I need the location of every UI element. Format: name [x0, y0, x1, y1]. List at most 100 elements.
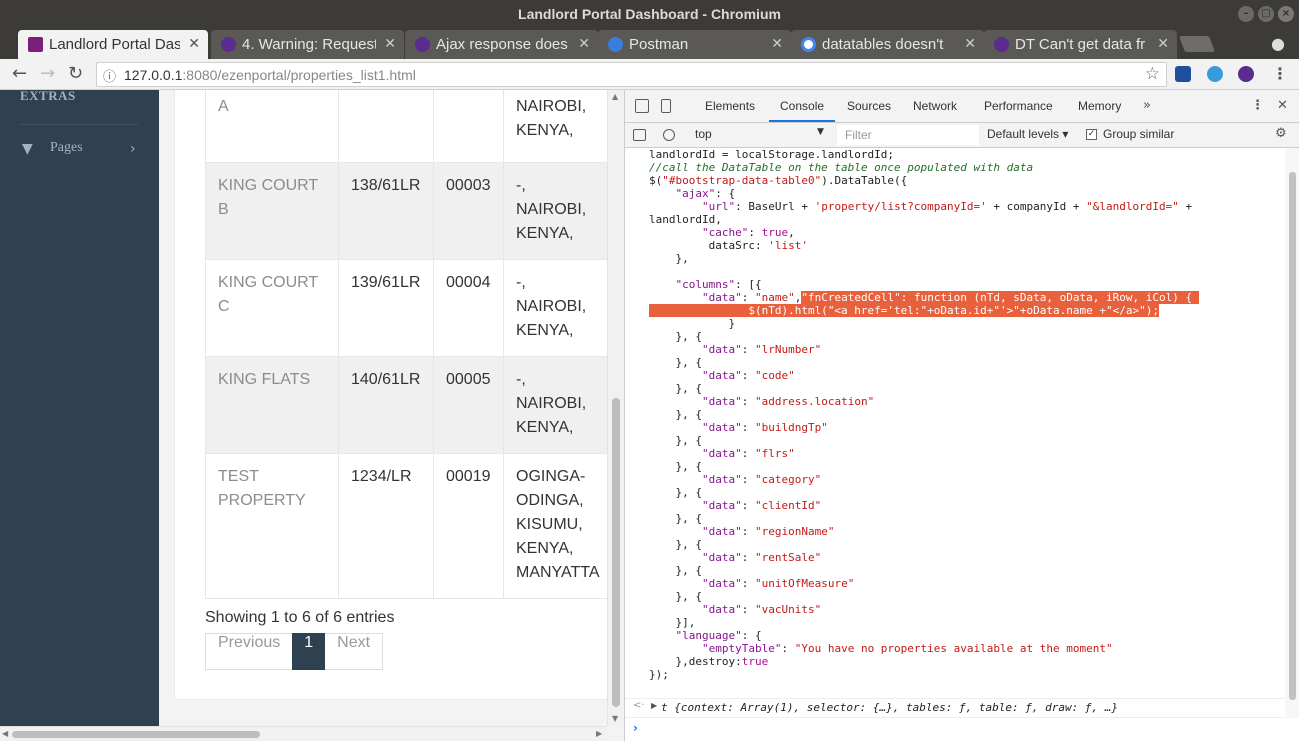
- console-input[interactable]: ›: [625, 717, 1285, 739]
- scroll-left-arrow-icon[interactable]: ◀: [2, 729, 8, 738]
- forward-arrow-icon[interactable]: →: [40, 63, 55, 84]
- profile-icon[interactable]: ●: [1271, 34, 1289, 53]
- tab-label: Landlord Portal Das: [49, 36, 180, 53]
- tab-sources[interactable]: Sources: [847, 99, 891, 113]
- scrollbar-thumb[interactable]: [612, 398, 620, 707]
- code-cell: 00004: [433, 259, 504, 357]
- property-name-cell: KING COURT C: [205, 259, 339, 357]
- context-selector[interactable]: top: [695, 127, 712, 141]
- close-tab-icon[interactable]: ✕: [384, 36, 396, 52]
- tab-console[interactable]: Console: [780, 99, 824, 113]
- table-row[interactable]: KING COURT C 139/61LR 00004 -, NAIROBI, KEN…: [205, 259, 613, 357]
- address-bar[interactable]: ⓘ 127.0.0.1:8080/ezenportal/properties_l…: [96, 62, 1167, 87]
- close-devtools-icon[interactable]: ✕: [1277, 98, 1288, 113]
- scroll-down-arrow-icon[interactable]: ▼: [612, 714, 618, 723]
- group-similar-label: Group similar: [1103, 127, 1175, 141]
- tab-ajax-response[interactable]: Ajax response does ✕: [405, 30, 598, 59]
- device-toolbar-icon[interactable]: [661, 99, 671, 113]
- previous-page-button[interactable]: Previous: [205, 633, 293, 670]
- info-icon[interactable]: ⓘ: [103, 66, 116, 85]
- console-settings-gear-icon[interactable]: ⚙: [1275, 126, 1287, 141]
- table-info: Showing 1 to 6 of 6 entries: [205, 609, 395, 626]
- tab-label: Postman: [629, 36, 689, 53]
- scroll-up-arrow-icon[interactable]: ▲: [612, 92, 618, 101]
- dropdown-arrow-icon: ▼: [817, 127, 824, 137]
- pagination: Previous 1 Next: [205, 633, 384, 670]
- next-page-button[interactable]: Next: [325, 633, 384, 670]
- bookmark-star-icon[interactable]: ☆: [1145, 64, 1160, 84]
- page-1-button[interactable]: 1: [292, 633, 326, 670]
- tab-warning-request[interactable]: 4. Warning: Request ✕: [211, 30, 404, 59]
- extension-globe-icon[interactable]: [1207, 66, 1223, 82]
- tab-landlord-portal[interactable]: Landlord Portal Das ✕: [18, 30, 208, 59]
- back-arrow-icon[interactable]: ←: [12, 63, 27, 84]
- close-tab-icon[interactable]: ✕: [578, 36, 590, 52]
- page-horizontal-scrollbar[interactable]: ◀ ▶: [0, 726, 607, 741]
- log-levels-dropdown[interactable]: Default levels ▾: [987, 127, 1068, 141]
- page-vertical-scrollbar[interactable]: ▲ ▼: [607, 90, 624, 726]
- page-viewport: EXTRAS ▼ Pages › A NAIROBI, KENYA, KING C…: [0, 90, 624, 741]
- globe-favicon-icon: [608, 37, 623, 52]
- sidebar-item-pages[interactable]: ▼ Pages ›: [0, 135, 159, 165]
- maximize-button[interactable]: □: [1258, 6, 1274, 22]
- devtools-panel: Elements Console Sources Network Perform…: [624, 90, 1299, 741]
- tab-network[interactable]: Network: [913, 99, 957, 113]
- result-arrow-icon: <·: [633, 700, 645, 711]
- console-result-row[interactable]: <· ▶ t {context: Array(1), selector: {…}…: [625, 698, 1285, 716]
- reload-icon[interactable]: ↻: [68, 63, 83, 84]
- landlord-favicon-icon: [28, 37, 43, 52]
- console-scrollbar[interactable]: [1285, 148, 1299, 718]
- table-row[interactable]: KING COURT B 138/61LR 00003 -, NAIROBI, KEN…: [205, 162, 613, 260]
- tab-performance[interactable]: Performance: [984, 99, 1053, 113]
- devtools-menu-icon[interactable]: ⋮: [1251, 98, 1264, 113]
- group-similar-checkbox[interactable]: ✓: [1086, 129, 1097, 140]
- more-tabs-icon[interactable]: »: [1143, 98, 1151, 113]
- chrome-menu-icon[interactable]: ⋮: [1272, 64, 1288, 83]
- active-tab-indicator: [769, 120, 835, 122]
- code-cell: 00005: [433, 356, 504, 454]
- tab-dt-cant-get-data[interactable]: DT Can't get data fr ✕: [984, 30, 1177, 59]
- log-levels-label: Default levels: [987, 127, 1060, 141]
- sidebar-toggle-icon[interactable]: [633, 129, 646, 141]
- sidebar: EXTRAS ▼ Pages ›: [0, 90, 159, 726]
- new-tab-button[interactable]: [1179, 36, 1215, 52]
- close-tab-icon[interactable]: ✕: [1157, 36, 1169, 52]
- tab-memory[interactable]: Memory: [1078, 99, 1121, 113]
- tab-datatables-google[interactable]: datatables doesn't ✕: [791, 30, 984, 59]
- table-row[interactable]: KING FLATS 140/61LR 00005 -, NAIROBI, KENY…: [205, 356, 613, 454]
- close-tab-icon[interactable]: ✕: [964, 36, 976, 52]
- filter-placeholder: Filter: [845, 128, 872, 142]
- property-name-cell: KING COURT B: [205, 162, 339, 260]
- close-tab-icon[interactable]: ✕: [771, 36, 783, 52]
- tab-elements[interactable]: Elements: [705, 99, 755, 113]
- lr-number-cell: 139/61LR: [338, 259, 434, 357]
- location-cell: NAIROBI, KENYA,: [503, 90, 613, 163]
- minimize-button[interactable]: –: [1238, 6, 1254, 22]
- scrollbar-thumb[interactable]: [1289, 172, 1296, 700]
- window-title: Landlord Portal Dashboard - Chromium: [518, 6, 781, 22]
- window-titlebar: Landlord Portal Dashboard - Chromium – □…: [0, 0, 1299, 28]
- url-path: :8080/ezenportal/properties_list1.html: [182, 67, 416, 83]
- console-filter-input[interactable]: Filter: [837, 125, 979, 145]
- close-tab-icon[interactable]: ✕: [188, 36, 200, 52]
- lr-number-cell: [338, 90, 434, 163]
- extension-icon[interactable]: [1175, 66, 1191, 82]
- scrollbar-thumb[interactable]: [12, 731, 260, 738]
- clear-console-icon[interactable]: [663, 129, 675, 141]
- expand-triangle-icon[interactable]: ▶: [651, 701, 657, 710]
- lr-number-cell: 140/61LR: [338, 356, 434, 454]
- location-cell: OGINGA- ODINGA, KISUMU, KENYA, MANYATTA: [503, 453, 613, 599]
- inspect-element-icon[interactable]: [635, 99, 649, 113]
- console-code-block: landlordId = localStorage.landlordId; //…: [649, 148, 1199, 681]
- code-cell: 00003: [433, 162, 504, 260]
- tab-postman[interactable]: Postman ✕: [598, 30, 791, 59]
- tab-strip: Landlord Portal Das ✕ 4. Warning: Reques…: [0, 28, 1299, 59]
- datatables-favicon-icon: [994, 37, 1009, 52]
- devtools-tabbar: Elements Console Sources Network Perform…: [625, 90, 1299, 123]
- property-name-cell: KING FLATS: [205, 356, 339, 454]
- table-row[interactable]: TEST PROPERTY 1234/LR 00019 OGINGA- ODINGA…: [205, 453, 613, 599]
- extension-circle-icon[interactable]: [1238, 66, 1254, 82]
- scroll-right-arrow-icon[interactable]: ▶: [596, 729, 602, 738]
- table-row[interactable]: A NAIROBI, KENYA,: [205, 90, 613, 163]
- close-window-button[interactable]: ×: [1278, 6, 1294, 22]
